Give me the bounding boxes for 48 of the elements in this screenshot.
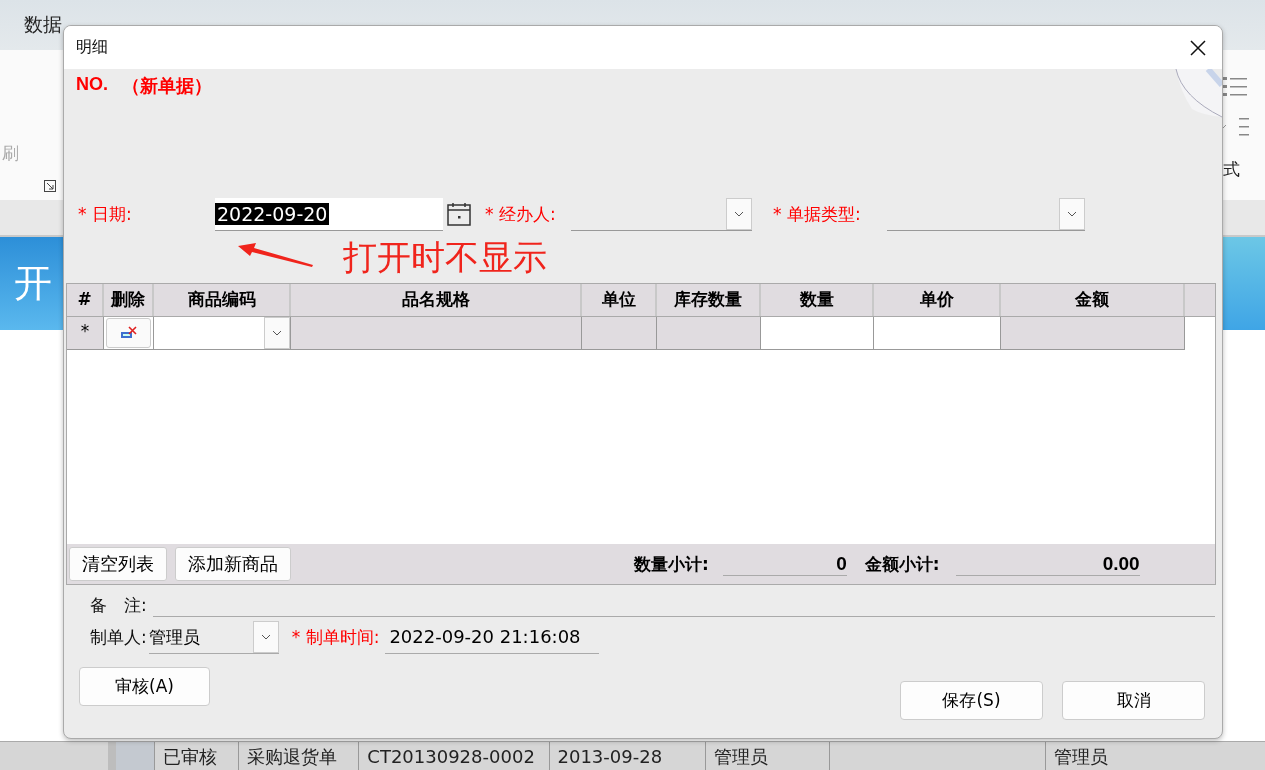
close-icon[interactable] (1190, 39, 1206, 56)
date-field[interactable]: 2022-09-20 (215, 197, 443, 231)
chevron-down-icon[interactable] (734, 210, 744, 217)
time-field[interactable]: 2022-09-20 21:16:08 (385, 620, 600, 654)
dropdown-field[interactable]: 管理员 (148, 620, 279, 654)
amount-subtotal-value: 0.00 (955, 552, 1140, 576)
menu-item[interactable]: 数据 (24, 12, 62, 38)
field-label: * 经办人: (485, 202, 557, 226)
table-cell: CT20130928-0002 (358, 742, 549, 770)
chevron-down-icon[interactable] (260, 633, 271, 640)
dialog-button[interactable]: 保存(S) (900, 681, 1043, 720)
table-cell: 已审核 (153, 742, 238, 770)
amount-subtotal-label: 金额小计: (864, 552, 940, 576)
ribbon-group-label: 式 (1223, 158, 1240, 181)
field-label: 制单人: (90, 625, 147, 649)
quantity-subtotal-label: 数量小计: (634, 552, 709, 576)
table-cell: 采购退货单 (237, 742, 359, 770)
clear-list-button[interactable]: 清空列表 (69, 547, 167, 581)
dropdown-field[interactable] (887, 197, 1085, 231)
delete-icon (119, 326, 138, 340)
window-title: 明细 (76, 37, 108, 58)
field-label: * 制单时间: (291, 625, 380, 649)
field-label: * 单据类型: (773, 202, 862, 226)
input-field[interactable] (874, 317, 1001, 350)
field-label: * 日期: (78, 202, 133, 226)
dropdown-field[interactable] (571, 197, 752, 231)
chevron-down-icon[interactable] (272, 330, 282, 336)
quantity-subtotal-value: 0 (722, 552, 847, 576)
table-cell: 2013-09-28 (548, 742, 705, 770)
delete-row-button[interactable] (106, 318, 151, 348)
list-icon[interactable] (1223, 76, 1247, 98)
chevron-down-icon[interactable] (1067, 210, 1077, 217)
document-status: （新单据） (122, 75, 212, 98)
document-number-label: NO. (76, 74, 108, 96)
calendar-icon[interactable] (447, 202, 471, 226)
annotation-text: 打开时不显示 (343, 235, 547, 279)
table-cell: 管理员 (704, 742, 830, 770)
add-item-button[interactable]: 添加新商品 (175, 547, 291, 581)
banner-title: 开 (14, 260, 52, 307)
align-icon[interactable] (1239, 116, 1249, 138)
table-cell: 管理员 (1044, 742, 1265, 770)
dropdown-field[interactable] (154, 317, 291, 350)
row-marker: * (67, 317, 104, 350)
dialog-launcher-icon[interactable] (44, 180, 56, 192)
input-field[interactable] (761, 317, 874, 350)
audit-button[interactable]: 审核(A) (79, 667, 210, 706)
dialog-button[interactable]: 取消 (1062, 681, 1205, 720)
field-label: 备 注: (90, 594, 147, 617)
